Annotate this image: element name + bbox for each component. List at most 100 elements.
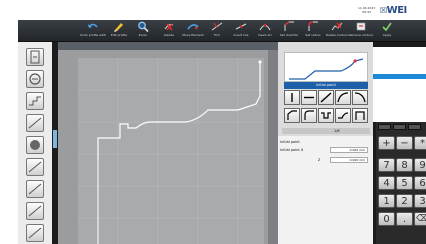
el-arc-cw[interactable] xyxy=(335,90,351,105)
key-decimal[interactable]: . xyxy=(396,212,413,226)
keypad-header-key[interactable] xyxy=(378,124,391,130)
insert-line-icon xyxy=(235,23,247,30)
tool-label: Undo profile editing xyxy=(80,34,106,37)
datetime: 11.04.2023 08:43 xyxy=(358,6,375,14)
element-type-grid xyxy=(282,90,370,126)
el-radius[interactable] xyxy=(301,108,317,123)
tool-label: Delete contour xyxy=(325,34,349,37)
tool-label: Set radius xyxy=(305,34,321,37)
contour-thumbnail xyxy=(284,52,368,82)
tool-delete-contour[interactable]: Delete contour xyxy=(324,21,350,41)
key-3[interactable]: 3 xyxy=(414,194,426,208)
el-arc-ccw[interactable] xyxy=(352,90,368,105)
tool-apply[interactable]: Apply xyxy=(374,21,400,41)
left-tool-misc[interactable] xyxy=(26,180,44,198)
field-z-input[interactable]: 0.000 mm xyxy=(330,157,368,163)
brand-logo: ☒WEI xyxy=(380,5,407,16)
move-icon xyxy=(187,24,199,30)
key-6[interactable]: 6 xyxy=(414,176,426,190)
left-tool-cycle[interactable] xyxy=(26,70,44,88)
left-tool-extra[interactable] xyxy=(26,202,44,220)
toolbar: Undo profile editing Edit profile Zoom D… xyxy=(18,20,426,50)
groove-icon xyxy=(28,117,42,129)
el-undercut[interactable] xyxy=(335,108,351,123)
contour-canvas[interactable] xyxy=(58,50,268,244)
tool-radius[interactable]: Set radius xyxy=(300,21,326,41)
tool-remove-contour[interactable]: Remove contour xyxy=(348,21,374,41)
tool-insert-line[interactable]: Insert line xyxy=(228,21,254,41)
time-text: 08:43 xyxy=(362,10,371,14)
editor-scrollbar[interactable] xyxy=(268,50,278,244)
arc-cw-icon xyxy=(337,92,349,103)
page-nav xyxy=(282,128,370,134)
radius-icon xyxy=(308,21,318,31)
more-icon xyxy=(28,227,42,239)
key-9[interactable]: 9 xyxy=(414,158,426,172)
left-tool-thread[interactable] xyxy=(26,158,44,176)
chamfer-icon xyxy=(284,21,294,31)
tool-zoom[interactable]: Zoom xyxy=(130,21,156,41)
key-1[interactable]: 1 xyxy=(378,194,395,208)
tool-insert-arc[interactable]: Insert arc xyxy=(252,21,278,41)
tool-delete[interactable]: Delete xyxy=(156,21,182,41)
brand-text: WEI xyxy=(386,5,408,16)
key-5[interactable]: 5 xyxy=(396,176,413,190)
tool-label: Edit profile xyxy=(110,34,128,37)
el-thread[interactable] xyxy=(352,108,368,123)
key-2[interactable]: 2 xyxy=(396,194,413,208)
el-line-vertical[interactable] xyxy=(284,90,300,105)
tool-label: Move Element xyxy=(182,34,204,37)
key-4[interactable]: 4 xyxy=(378,176,395,190)
tool-undo[interactable]: Undo profile editing xyxy=(80,21,106,41)
key-7[interactable]: 7 xyxy=(378,158,395,172)
left-tool-profile[interactable] xyxy=(26,92,44,110)
key-backspace[interactable]: ⌫ xyxy=(414,212,426,226)
info-panel xyxy=(373,47,426,122)
tool-chamfer[interactable]: Set chamfer xyxy=(276,21,302,41)
tool-label: Insert arc xyxy=(257,34,273,37)
tool-edit[interactable]: Edit profile xyxy=(106,21,132,41)
chamfer-element-icon xyxy=(287,110,297,120)
el-line-diagonal[interactable] xyxy=(318,90,334,105)
face-turn-icon xyxy=(30,50,40,64)
extra-icon xyxy=(28,205,42,217)
misc-icon xyxy=(28,183,42,195)
editor-titlebar: Contour name: 03 xyxy=(58,42,278,58)
arc-ccw-icon xyxy=(354,92,366,103)
thread-element-icon xyxy=(355,111,365,120)
key-0[interactable]: 0 xyxy=(378,212,395,226)
keypad-header-key[interactable] xyxy=(408,124,421,130)
zoom-icon xyxy=(138,21,149,32)
tool-label: Remove contour xyxy=(348,34,374,37)
left-tool-face[interactable] xyxy=(26,48,44,66)
left-tool-drill[interactable] xyxy=(26,136,44,154)
tool-label: Apply xyxy=(382,34,392,37)
field-z-label: Z xyxy=(318,158,321,162)
key-minus[interactable]: − xyxy=(396,136,413,150)
selected-element-label: Initial point xyxy=(284,82,368,89)
left-tool-groove[interactable] xyxy=(26,114,44,132)
el-line-horizontal[interactable] xyxy=(301,90,317,105)
delete-icon xyxy=(164,23,174,31)
key-8[interactable]: 8 xyxy=(396,158,413,172)
apply-icon xyxy=(382,22,392,32)
field-x-label: Initial point X xyxy=(280,148,304,152)
drill-icon xyxy=(30,140,40,150)
line-diagonal-icon xyxy=(320,92,332,103)
radius-element-icon xyxy=(304,110,314,120)
tool-trim[interactable]: Trim xyxy=(204,21,230,41)
el-chamfer[interactable] xyxy=(284,108,300,123)
key-multiply[interactable]: * xyxy=(414,136,426,150)
tool-label: Zoom xyxy=(138,34,148,37)
cycle-icon xyxy=(29,73,41,85)
key-plus[interactable]: + xyxy=(378,136,395,150)
el-groove[interactable] xyxy=(318,108,334,123)
element-panel: Initial point 1/6 Initial point Initial … xyxy=(278,42,373,244)
device-bezel xyxy=(0,0,18,244)
keypad-header-key[interactable] xyxy=(393,124,406,130)
tool-move[interactable]: Move Element xyxy=(180,21,206,41)
field-x-input[interactable]: 0.000 mm xyxy=(330,147,368,153)
tool-label: Trim xyxy=(213,34,221,37)
left-tool-more[interactable] xyxy=(26,224,44,242)
panel-toggle-tab[interactable] xyxy=(53,130,57,148)
